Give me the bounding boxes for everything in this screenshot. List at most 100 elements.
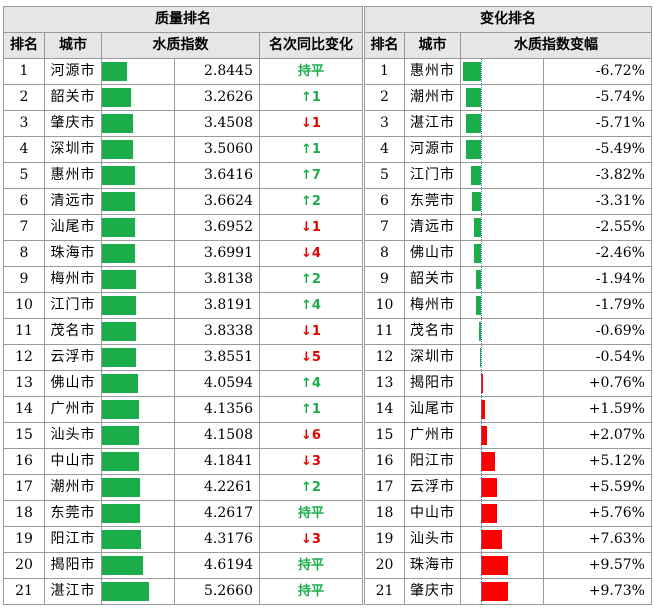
rank-change: ↓3 [259, 448, 363, 475]
index-bar [102, 244, 135, 263]
change-bar-cell [460, 526, 544, 553]
change-value: +5.76% [543, 500, 652, 527]
zero-axis [481, 397, 482, 422]
index-bar-cell [101, 526, 175, 553]
rank-change: ↓1 [259, 110, 363, 137]
city-cell: 深圳市 [44, 136, 102, 163]
index-bar [102, 270, 136, 289]
zero-axis [481, 241, 482, 266]
index-value: 4.2261 [174, 474, 260, 501]
change-value: -5.71% [543, 110, 652, 137]
city-cell: 汕头市 [44, 422, 102, 449]
table-row: 6 东莞市 -3.31% [364, 188, 652, 215]
index-bar [102, 88, 132, 107]
index-bar [102, 192, 135, 211]
index-bar-cell [101, 578, 175, 605]
table-row: 18 中山市 +5.76% [364, 500, 652, 527]
rank-cell: 6 [3, 188, 45, 215]
table-row: 20 揭阳市 4.6194 持平 [3, 552, 363, 579]
index-value: 3.6991 [174, 240, 260, 267]
index-value: 4.1841 [174, 448, 260, 475]
table-row: 3 湛江市 -5.71% [364, 110, 652, 137]
rank-change: ↑4 [259, 292, 363, 319]
table-row: 12 深圳市 -0.54% [364, 344, 652, 371]
rank-cell: 19 [364, 526, 405, 553]
rank-change: 持平 [259, 58, 363, 85]
index-value: 3.8138 [174, 266, 260, 293]
change-value: +7.63% [543, 526, 652, 553]
change-value: -1.79% [543, 292, 652, 319]
index-value: 4.1356 [174, 396, 260, 423]
rank-cell: 18 [364, 500, 405, 527]
rank-cell: 9 [364, 266, 405, 293]
city-cell: 韶关市 [404, 266, 461, 293]
city-cell: 江门市 [404, 162, 461, 189]
table-row: 5 江门市 -3.82% [364, 162, 652, 189]
change-bar [465, 114, 481, 133]
quality-ranking-table: 质量排名 排名 城市 水质指数 名次同比变化 1 河源市 2.8445 持平 2 韶关市 3… [3, 6, 363, 605]
table-row: 4 河源市 -5.49% [364, 136, 652, 163]
index-value: 3.6416 [174, 162, 260, 189]
table-row: 7 清远市 -2.55% [364, 214, 652, 241]
city-cell: 中山市 [404, 500, 461, 527]
table-row: 2 潮州市 -5.74% [364, 84, 652, 111]
table-row: 15 汕头市 4.1508 ↓6 [3, 422, 363, 449]
change-value: +2.07% [543, 422, 652, 449]
city-cell: 汕尾市 [44, 214, 102, 241]
change-bar-cell [460, 188, 544, 215]
change-bar [470, 166, 481, 185]
city-cell: 惠州市 [44, 162, 102, 189]
rank-cell: 11 [3, 318, 45, 345]
city-cell: 揭阳市 [404, 370, 461, 397]
table-row: 9 梅州市 3.8138 ↑2 [3, 266, 363, 293]
index-bar [102, 166, 135, 185]
rank-header: 排名 [364, 32, 405, 59]
zero-axis [481, 501, 482, 526]
change-bar [481, 452, 496, 471]
city-cell: 湛江市 [44, 578, 102, 605]
change-value: -5.49% [543, 136, 652, 163]
rank-cell: 15 [364, 422, 405, 449]
table-row: 5 惠州市 3.6416 ↑7 [3, 162, 363, 189]
city-cell: 东莞市 [404, 188, 461, 215]
rank-change: ↓1 [259, 318, 363, 345]
rank-change: ↑1 [259, 136, 363, 163]
index-bar-cell [101, 240, 175, 267]
index-value: 3.8191 [174, 292, 260, 319]
city-cell: 惠州市 [404, 58, 461, 85]
rank-cell: 4 [364, 136, 405, 163]
zero-axis [481, 527, 482, 552]
change-value: -2.55% [543, 214, 652, 241]
rank-cell: 13 [364, 370, 405, 397]
city-cell: 云浮市 [44, 344, 102, 371]
rank-change: ↓1 [259, 214, 363, 241]
change-value: -0.69% [543, 318, 652, 345]
city-cell: 深圳市 [404, 344, 461, 371]
rank-cell: 16 [3, 448, 45, 475]
index-value: 4.3176 [174, 526, 260, 553]
rank-cell: 3 [364, 110, 405, 137]
change-bar [472, 192, 481, 211]
table-row: 8 珠海市 3.6991 ↓4 [3, 240, 363, 267]
city-cell: 阳江市 [404, 448, 461, 475]
rank-change: ↑2 [259, 474, 363, 501]
index-bar [102, 114, 133, 133]
change-bar-cell [460, 266, 544, 293]
city-cell: 茂名市 [44, 318, 102, 345]
index-value: 3.6952 [174, 214, 260, 241]
city-cell: 中山市 [44, 448, 102, 475]
city-header: 城市 [44, 32, 102, 59]
change-bar-cell [460, 396, 544, 423]
table-row: 18 东莞市 4.2617 持平 [3, 500, 363, 527]
change-bar [481, 504, 497, 523]
table-row: 15 广州市 +2.07% [364, 422, 652, 449]
table-row: 13 佛山市 4.0594 ↑4 [3, 370, 363, 397]
table-row: 9 韶关市 -1.94% [364, 266, 652, 293]
rank-cell: 8 [3, 240, 45, 267]
index-bar-cell [101, 500, 175, 527]
change-bar-cell [460, 370, 544, 397]
zero-axis [481, 371, 482, 396]
city-cell: 佛山市 [44, 370, 102, 397]
change-bar-cell [460, 84, 544, 111]
index-bar [102, 62, 128, 81]
